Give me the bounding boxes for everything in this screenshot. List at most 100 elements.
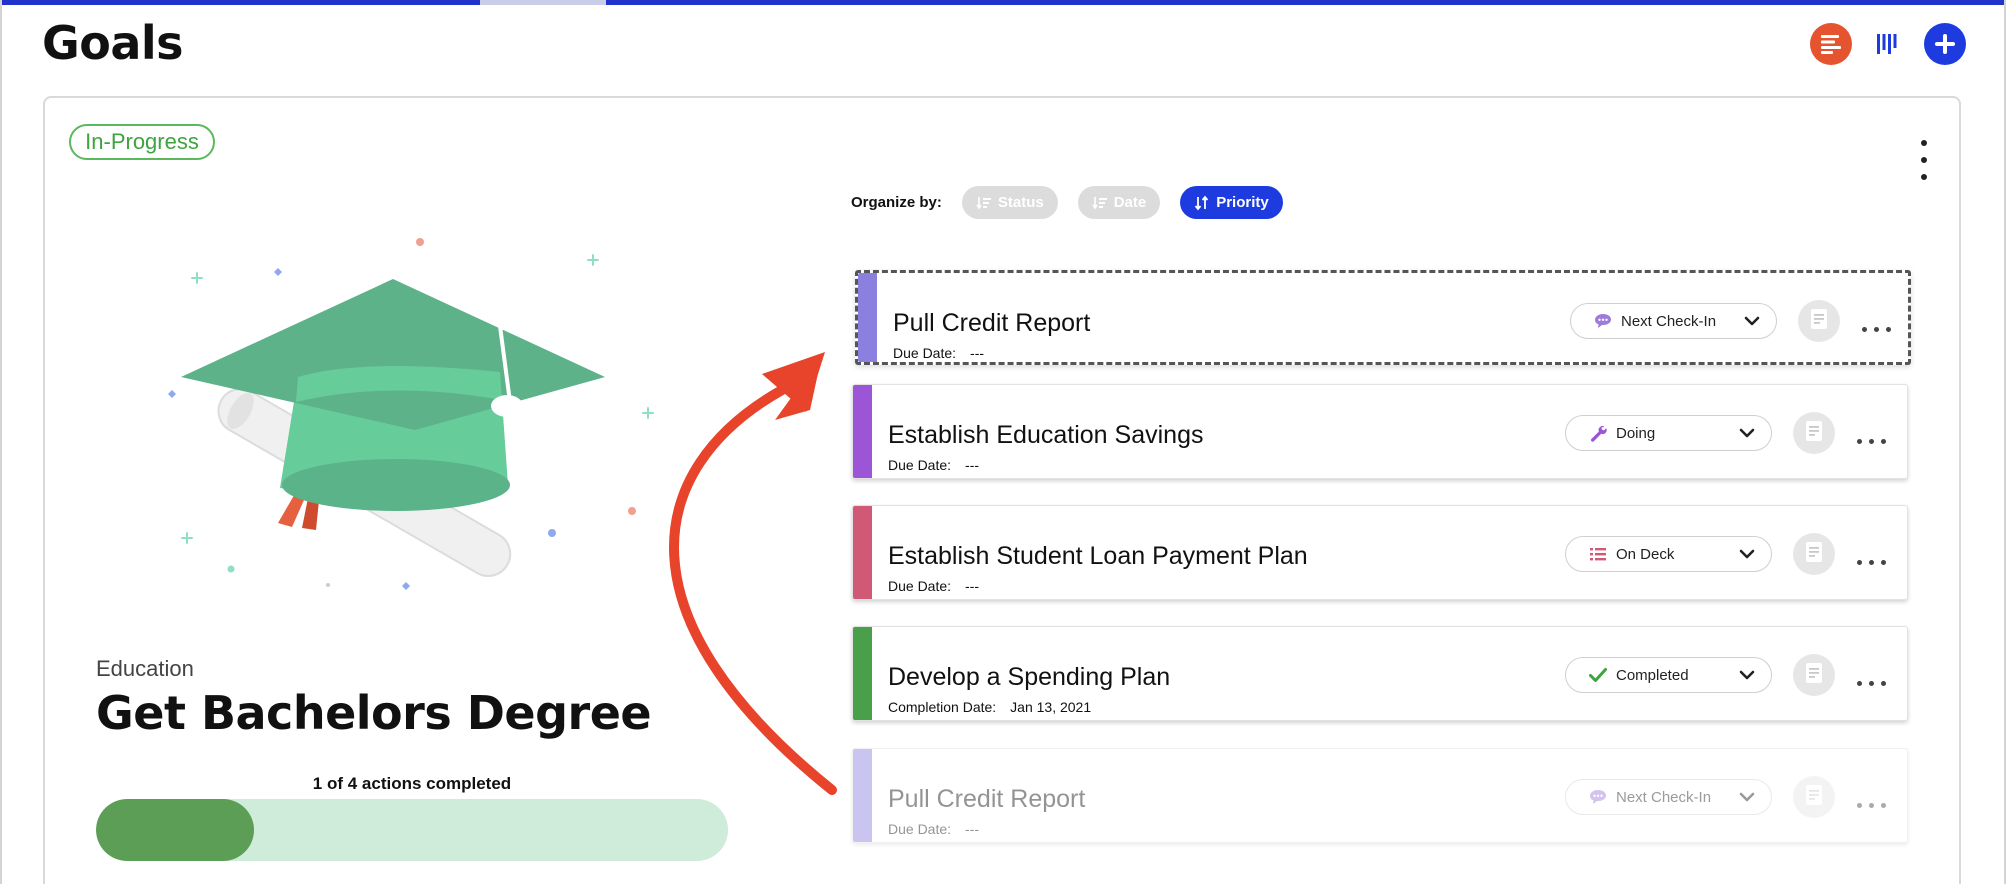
sort-status-label: Status	[997, 194, 1044, 211]
notes-button[interactable]	[1798, 300, 1840, 342]
due-date-label: Due Date:	[893, 345, 957, 361]
action-item-dragging[interactable]: Pull Credit Report Due Date: --- Next Check…	[855, 270, 1911, 365]
chevron-down-icon	[1739, 790, 1755, 807]
board-view-button[interactable]	[1872, 24, 1902, 64]
more-dot	[1881, 803, 1886, 808]
board-view-icon	[1877, 34, 1897, 54]
goal-category: Education	[96, 656, 194, 681]
more-dot	[1862, 327, 1867, 332]
organize-by-bar: Organize by: Status Date Priority	[851, 186, 1303, 219]
action-more-button[interactable]	[1857, 681, 1886, 686]
status-dropdown[interactable]: Completed	[1565, 657, 1772, 693]
kebab-dot	[1921, 174, 1927, 180]
due-date-value: ---	[965, 457, 980, 473]
due-date-label: Completion Date:	[888, 699, 997, 715]
sort-priority-button[interactable]: Priority	[1180, 186, 1283, 219]
graduation-cap-illustration	[168, 238, 654, 590]
more-dot	[1857, 439, 1862, 444]
list-view-button[interactable]	[1810, 23, 1852, 65]
status-dropdown-value: Next Check-In	[1621, 312, 1717, 330]
goal-title: Get Bachelors Degree	[96, 686, 652, 740]
action-name: Develop a Spending Plan	[888, 663, 1171, 691]
action-due-date: Due Date: ---	[888, 578, 979, 594]
more-dot	[1881, 681, 1886, 686]
priority-color-bar	[853, 506, 872, 599]
wrench-icon	[1588, 423, 1608, 443]
kebab-dot	[1921, 140, 1927, 146]
action-due-date: Due Date: ---	[888, 821, 979, 837]
sort-status-button[interactable]: Status	[961, 186, 1058, 219]
more-dot	[1869, 681, 1874, 686]
action-name: Establish Student Loan Payment Plan	[888, 542, 1308, 570]
page-title: Goals	[42, 16, 184, 70]
chevron-down-icon	[1739, 426, 1755, 443]
due-date-value: ---	[965, 821, 980, 837]
action-due-date: Due Date: ---	[893, 345, 984, 361]
action-due-date: Completion Date: Jan 13, 2021	[888, 699, 1091, 715]
check-icon	[1588, 665, 1608, 685]
priority-color-bar	[853, 749, 872, 842]
status-badge: In-Progress	[69, 124, 215, 160]
action-name: Establish Education Savings	[888, 421, 1204, 449]
plus-icon	[1935, 34, 1955, 54]
due-date-label: Due Date:	[888, 821, 952, 837]
notes-button[interactable]	[1793, 412, 1835, 454]
more-dot	[1874, 327, 1879, 332]
chevron-down-icon	[1744, 314, 1760, 331]
sort-icon	[1092, 196, 1107, 209]
action-item[interactable]: Establish Education Savings Due Date: --- D…	[852, 384, 1908, 479]
action-more-button[interactable]	[1857, 560, 1886, 565]
note-icon	[1805, 784, 1823, 811]
due-date-value: ---	[970, 345, 985, 361]
due-date-label: Due Date:	[888, 578, 952, 594]
more-dot	[1881, 439, 1886, 444]
status-dropdown[interactable]: On Deck	[1565, 536, 1772, 572]
status-dropdown[interactable]: Doing	[1565, 415, 1772, 451]
action-more-button[interactable]	[1857, 439, 1886, 444]
action-more-button[interactable]	[1862, 327, 1891, 332]
more-dot	[1881, 560, 1886, 565]
priority-color-bar	[853, 385, 872, 478]
action-due-date: Due Date: ---	[888, 457, 979, 473]
note-icon	[1805, 662, 1823, 689]
sort-icon	[976, 196, 991, 209]
sort-date-button[interactable]: Date	[1077, 186, 1161, 219]
chat-bubble-icon	[1593, 311, 1613, 331]
top-accent-bar	[0, 0, 2006, 5]
due-date-label: Due Date:	[888, 457, 952, 473]
priority-color-bar	[858, 273, 877, 362]
notes-button[interactable]	[1793, 776, 1835, 818]
goal-menu-button[interactable]	[1912, 140, 1936, 180]
note-icon	[1805, 420, 1823, 447]
chevron-down-icon	[1739, 668, 1755, 685]
note-icon	[1805, 541, 1823, 568]
action-item[interactable]: Develop a Spending Plan Completion Date: J…	[852, 626, 1908, 721]
more-dot	[1869, 439, 1874, 444]
priority-color-bar	[853, 627, 872, 720]
status-dropdown-value: Next Check-In	[1616, 788, 1712, 806]
list-view-icon	[1821, 35, 1841, 54]
progress-label: 1 of 4 actions completed	[312, 774, 512, 793]
add-goal-button[interactable]	[1924, 23, 1966, 65]
notes-button[interactable]	[1793, 654, 1835, 696]
action-more-button[interactable]	[1857, 803, 1886, 808]
status-dropdown-value: Completed	[1616, 666, 1689, 684]
action-item-placeholder[interactable]: Pull Credit Report Due Date: --- Next Check…	[852, 748, 1908, 843]
status-dropdown-value: On Deck	[1616, 545, 1675, 563]
status-dropdown[interactable]: Next Check-In	[1565, 779, 1772, 815]
action-name: Pull Credit Report	[888, 785, 1086, 813]
due-date-value: Jan 13, 2021	[1010, 699, 1092, 715]
notes-button[interactable]	[1793, 533, 1835, 575]
top-tab-indicator	[480, 0, 606, 5]
chat-bubble-icon	[1588, 787, 1608, 807]
more-dot	[1857, 560, 1862, 565]
progress-bar-fill	[96, 799, 254, 861]
sort-date-label: Date	[1113, 194, 1147, 211]
chevron-down-icon	[1739, 547, 1755, 564]
note-icon	[1810, 308, 1828, 335]
due-date-value: ---	[965, 578, 980, 594]
status-dropdown[interactable]: Next Check-In	[1570, 303, 1777, 339]
status-dropdown-value: Doing	[1616, 424, 1656, 442]
more-dot	[1869, 803, 1874, 808]
action-item[interactable]: Establish Student Loan Payment Plan Due D…	[852, 505, 1908, 600]
